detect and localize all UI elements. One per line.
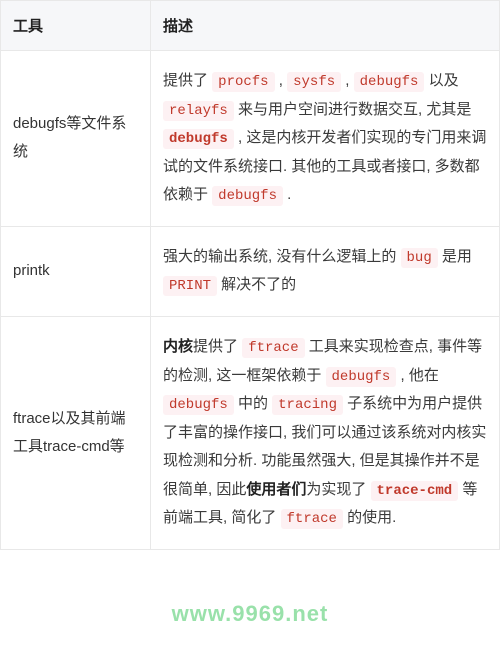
code: ftrace <box>281 509 343 529</box>
tools-table: 工具 描述 debugfs等文件系统 提供了 procfs , sysfs , … <box>0 0 500 550</box>
code: tracing <box>272 395 343 415</box>
text: 以及 <box>424 72 458 89</box>
code: relayfs <box>163 101 234 121</box>
header-tool: 工具 <box>1 1 151 51</box>
text: , 他在 <box>396 367 439 384</box>
code-bold: debugfs <box>163 129 234 149</box>
text: 是用 <box>438 248 472 265</box>
cell-tool: debugfs等文件系统 <box>1 51 151 227</box>
text: , <box>341 72 354 89</box>
cell-tool: printk <box>1 226 151 316</box>
text: 中的 <box>234 395 272 412</box>
header-desc: 描述 <box>151 1 500 51</box>
code: ftrace <box>242 338 304 358</box>
cell-desc: 内核提供了 ftrace 工具来实现检查点, 事件等的检测, 这一框架依赖于 d… <box>151 317 500 550</box>
cell-tool: ftrace以及其前端工具trace-cmd等 <box>1 317 151 550</box>
text: 强大的输出系统, 没有什么逻辑上的 <box>163 248 401 265</box>
text: 解决不了的 <box>217 276 296 293</box>
code: debugfs <box>354 72 425 92</box>
watermark: www.9969.net <box>0 601 500 627</box>
code: PRINT <box>163 276 217 296</box>
text: 来与用户空间进行数据交互, 尤其是 <box>234 101 472 118</box>
code: procfs <box>212 72 274 92</box>
bold: 内核 <box>163 338 193 355</box>
table-row: printk 强大的输出系统, 没有什么逻辑上的 bug 是用 PRINT 解决… <box>1 226 500 316</box>
code: debugfs <box>212 186 283 206</box>
text: 提供了 <box>163 72 212 89</box>
table-header-row: 工具 描述 <box>1 1 500 51</box>
text: . <box>283 186 291 203</box>
text: 为实现了 <box>306 481 370 498</box>
bold: 使用者们 <box>246 481 306 498</box>
text: 提供了 <box>193 338 242 355</box>
code: sysfs <box>287 72 341 92</box>
cell-desc: 强大的输出系统, 没有什么逻辑上的 bug 是用 PRINT 解决不了的 <box>151 226 500 316</box>
code: bug <box>401 248 438 268</box>
code: debugfs <box>163 395 234 415</box>
table-row: debugfs等文件系统 提供了 procfs , sysfs , debugf… <box>1 51 500 227</box>
text: 的使用. <box>343 509 396 526</box>
code-bold: trace-cmd <box>371 481 459 501</box>
code: debugfs <box>326 367 397 387</box>
table-row: ftrace以及其前端工具trace-cmd等 内核提供了 ftrace 工具来… <box>1 317 500 550</box>
text: , <box>275 72 288 89</box>
cell-desc: 提供了 procfs , sysfs , debugfs 以及 relayfs … <box>151 51 500 227</box>
